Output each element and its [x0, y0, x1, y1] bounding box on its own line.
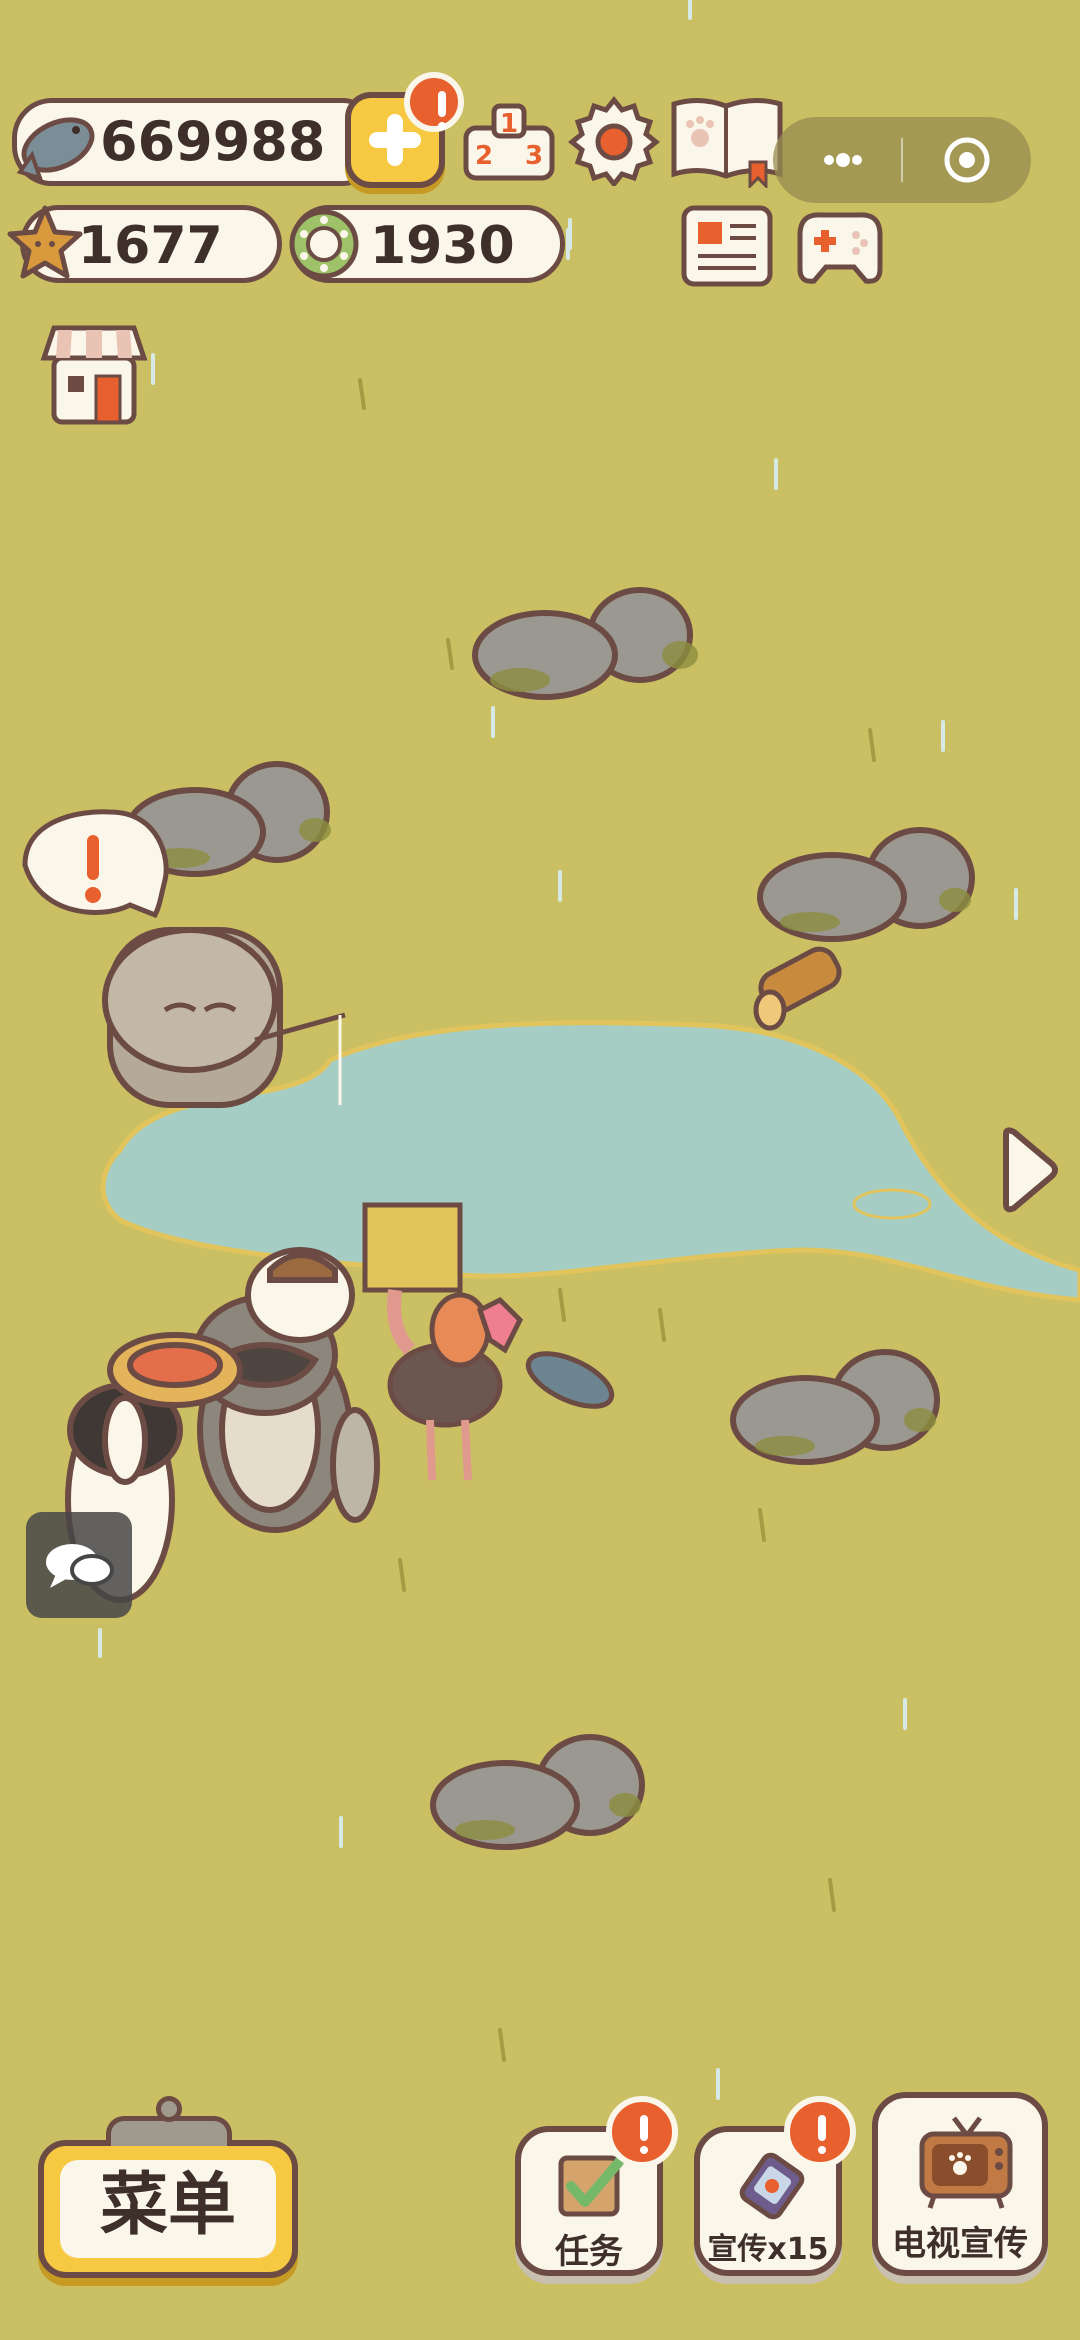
menu-clip-knob — [156, 2096, 182, 2122]
tv-promo-label: 电视宣传 — [892, 2224, 1028, 2264]
fish-count: 669988 — [100, 110, 326, 173]
fish-icon — [16, 117, 95, 182]
target-close-icon — [944, 137, 990, 183]
svg-text:1: 1 — [500, 109, 518, 139]
shop-icon — [40, 325, 148, 425]
paw-book-button[interactable] — [668, 92, 786, 190]
close-miniprogram-button[interactable] — [915, 130, 1015, 190]
game-scene — [22, 0, 1080, 2162]
more-options-button[interactable] — [793, 130, 893, 190]
shop-button[interactable] — [38, 322, 150, 426]
chat-button[interactable] — [26, 1512, 132, 1618]
star-count: 1677 — [78, 216, 223, 276]
gamepad-button[interactable] — [792, 205, 888, 289]
menu-label: 菜单 — [99, 2166, 236, 2245]
task-alert-badge — [606, 2096, 678, 2168]
right-arrow-icon — [1003, 1127, 1058, 1213]
settings-button[interactable] — [567, 94, 661, 189]
leaderboard-podium-icon: 2 1 3 — [463, 103, 555, 181]
menu-button[interactable]: 菜单 — [38, 2096, 298, 2278]
svg-text:2: 2 — [475, 141, 493, 171]
svg-text:3: 3 — [525, 141, 543, 171]
gear-icon — [567, 95, 661, 189]
plus-alert-badge — [404, 72, 464, 132]
chat-bubble-icon — [46, 1544, 114, 1588]
tv-promo-button[interactable]: 电视宣传 — [872, 2092, 1048, 2276]
capsule-divider — [901, 138, 903, 182]
paw-book-icon — [671, 98, 783, 190]
ring-count: 1930 — [370, 216, 515, 276]
promo-label: 宣传x15 — [707, 2232, 829, 2267]
promo-alert-badge — [784, 2096, 856, 2168]
more-dots-icon — [824, 153, 862, 167]
newspaper-icon — [681, 205, 773, 287]
star-icon — [7, 205, 83, 279]
tv-icon — [919, 2116, 1013, 2209]
leaderboard-button[interactable]: 2 1 3 — [462, 98, 556, 184]
newspaper-button[interactable] — [680, 202, 774, 290]
gamepad-icon — [797, 212, 883, 284]
task-label: 任务 — [555, 2232, 623, 2272]
ring-icon — [289, 209, 359, 279]
next-area-arrow[interactable] — [996, 1124, 1062, 1216]
